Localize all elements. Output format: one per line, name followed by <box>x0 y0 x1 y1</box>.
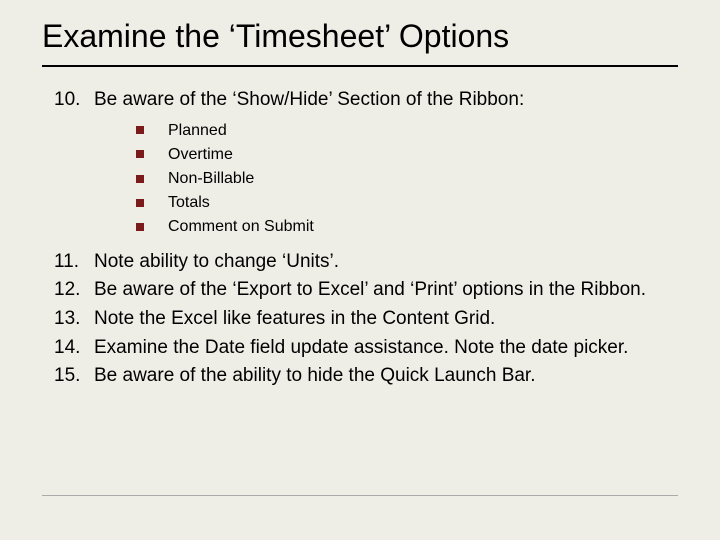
item-text: Examine the Date field update assistance… <box>94 335 678 361</box>
item-text: Be aware of the ‘Export to Excel’ and ‘P… <box>94 277 678 303</box>
item-number: 11. <box>54 249 94 275</box>
list-item: 12. Be aware of the ‘Export to Excel’ an… <box>54 277 678 303</box>
list-item: Totals <box>136 191 678 214</box>
item-text: Note the Excel like features in the Cont… <box>94 306 678 332</box>
square-bullet-icon <box>136 175 144 183</box>
square-bullet-icon <box>136 223 144 231</box>
square-bullet-icon <box>136 150 144 158</box>
item-text: Be aware of the ability to hide the Quic… <box>94 363 678 389</box>
numbered-list-continued: 11. Note ability to change ‘Units’. 12. … <box>42 249 678 389</box>
list-item: Non-Billable <box>136 167 678 190</box>
numbered-list: 10. Be aware of the ‘Show/Hide’ Section … <box>42 87 678 113</box>
item-text: Be aware of the ‘Show/Hide’ Section of t… <box>94 87 678 113</box>
sub-item-text: Planned <box>168 119 227 142</box>
item-number: 13. <box>54 306 94 332</box>
bullet-sublist: Planned Overtime Non-Billable Totals Com… <box>136 119 678 239</box>
sub-item-text: Totals <box>168 191 210 214</box>
item-number: 12. <box>54 277 94 303</box>
sub-item-text: Overtime <box>168 143 233 166</box>
sub-item-text: Comment on Submit <box>168 215 314 238</box>
square-bullet-icon <box>136 199 144 207</box>
item-number: 14. <box>54 335 94 361</box>
list-item: Overtime <box>136 143 678 166</box>
list-item: 15. Be aware of the ability to hide the … <box>54 363 678 389</box>
item-number: 10. <box>54 87 94 113</box>
list-item: 14. Examine the Date field update assist… <box>54 335 678 361</box>
item-number: 15. <box>54 363 94 389</box>
list-item: 13. Note the Excel like features in the … <box>54 306 678 332</box>
square-bullet-icon <box>136 126 144 134</box>
list-item: Comment on Submit <box>136 215 678 238</box>
slide-title: Examine the ‘Timesheet’ Options <box>42 18 678 67</box>
slide: Examine the ‘Timesheet’ Options 10. Be a… <box>0 0 720 540</box>
footer-divider <box>42 495 678 496</box>
sub-item-text: Non-Billable <box>168 167 254 190</box>
list-item: 10. Be aware of the ‘Show/Hide’ Section … <box>54 87 678 113</box>
item-text: Note ability to change ‘Units’. <box>94 249 678 275</box>
list-item: Planned <box>136 119 678 142</box>
list-item: 11. Note ability to change ‘Units’. <box>54 249 678 275</box>
